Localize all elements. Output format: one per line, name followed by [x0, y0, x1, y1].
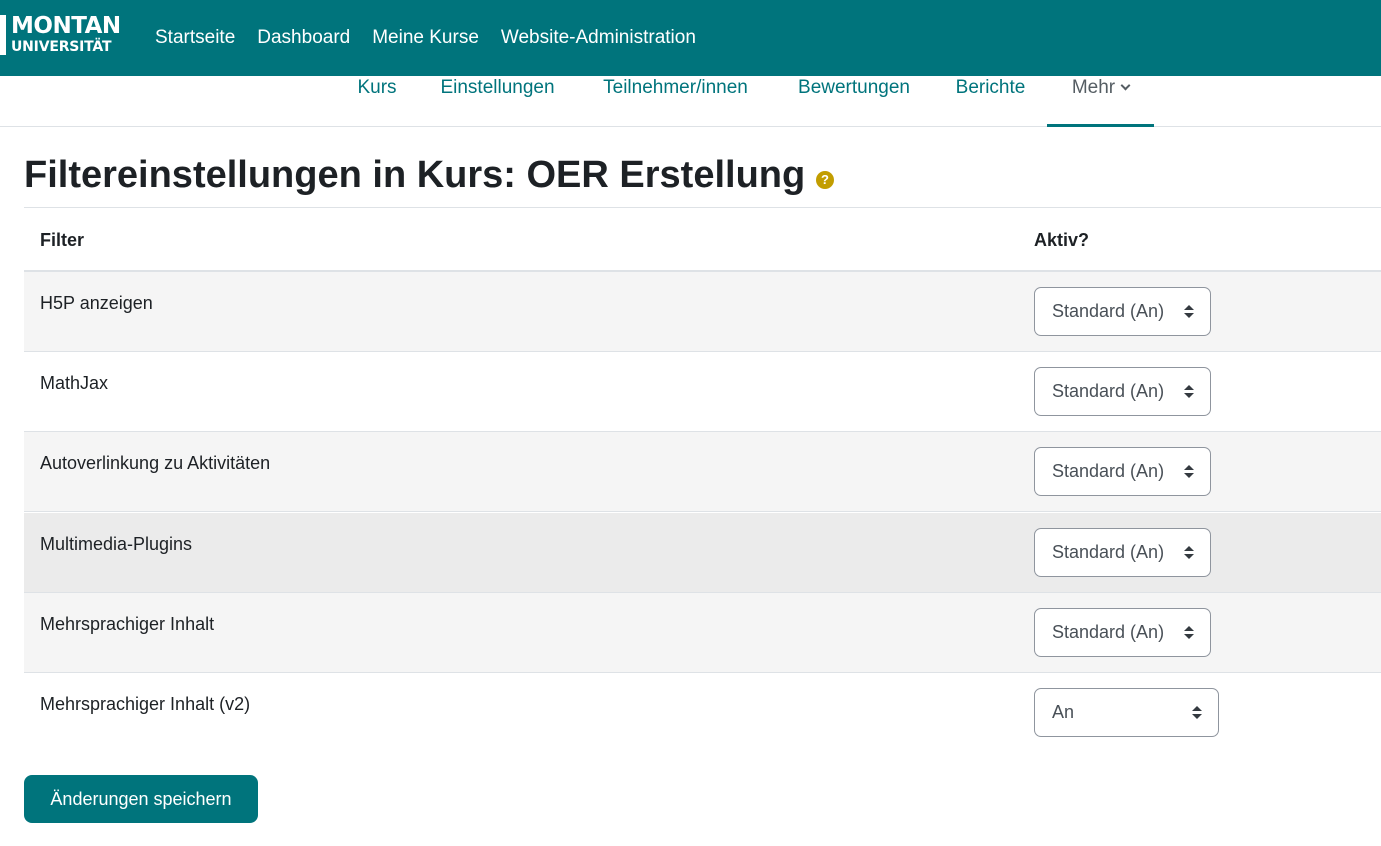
tab-bewertungen[interactable]: Bewertungen: [795, 76, 913, 127]
tab-teilnehmer[interactable]: Teilnehmer/innen: [598, 76, 753, 127]
table-row: H5P anzeigen Standard (An): [24, 272, 1381, 352]
university-logo[interactable]: MONTAN UNIVERSITÄT: [0, 13, 121, 59]
select-value: Standard (An): [1052, 542, 1165, 562]
table-row: Multimedia-Plugins Standard (An): [24, 513, 1381, 593]
tab-kurs-label: Kurs: [357, 77, 397, 98]
logo-mark: [0, 15, 6, 55]
select-sort-icon: [1192, 706, 1202, 720]
filter-name: H5P anzeigen: [40, 293, 153, 313]
tab-einstellungen-label: Einstellungen: [440, 77, 555, 98]
help-question-icon[interactable]: ?: [816, 171, 834, 189]
tab-bewertungen-label: Bewertungen: [798, 77, 910, 98]
select-sort-icon: [1184, 465, 1194, 479]
filter-name: Autoverlinkung zu Aktivitäten: [40, 453, 271, 473]
filter-state-select[interactable]: Standard (An): [1034, 287, 1211, 336]
tab-kurs[interactable]: Kurs: [357, 76, 397, 127]
save-changes-button[interactable]: Änderungen speichern: [24, 775, 258, 823]
column-header-active: Aktiv?: [1034, 230, 1090, 250]
table-row: Autoverlinkung zu Aktivitäten Standard (…: [24, 432, 1381, 512]
select-sort-icon: [1184, 626, 1194, 640]
tab-mehr-label: Mehr: [1071, 77, 1116, 98]
filter-name: Multimedia-Plugins: [40, 534, 193, 554]
select-sort-icon: [1184, 546, 1194, 560]
top-navbar: MONTAN UNIVERSITÄT Startseite Dashboard …: [0, 0, 1381, 76]
select-value: Standard (An): [1052, 461, 1165, 481]
select-sort-icon: [1184, 305, 1194, 319]
tab-mehr[interactable]: Mehr: [1047, 76, 1154, 127]
nav-meine-kurse[interactable]: Meine Kurse: [361, 0, 490, 76]
filter-state-select[interactable]: Standard (An): [1034, 608, 1211, 657]
logo-text-line1: MONTAN: [11, 13, 121, 39]
table-row: Mehrsprachiger Inhalt Standard (An): [24, 593, 1381, 673]
page-title: Filtereinstellungen in Kurs: OER Erstell…: [24, 154, 806, 196]
filter-state-select[interactable]: Standard (An): [1034, 367, 1211, 416]
chevron-down-icon: [1120, 80, 1131, 91]
select-value: An: [1052, 702, 1075, 722]
tab-berichte[interactable]: Berichte: [954, 76, 1027, 127]
select-value: Standard (An): [1052, 622, 1165, 642]
select-value: Standard (An): [1052, 301, 1165, 321]
filter-name: Mehrsprachiger Inhalt (v2): [40, 694, 251, 714]
table-row: Mehrsprachiger Inhalt (v2) An: [24, 673, 1381, 753]
tab-teilnehmer-label: Teilnehmer/innen: [603, 77, 748, 98]
filter-state-select[interactable]: Standard (An): [1034, 447, 1211, 496]
select-sort-icon: [1184, 385, 1194, 399]
primary-nav: Startseite Dashboard Meine Kurse Website…: [144, 0, 707, 76]
course-secondary-nav: Kurs Einstellungen Teilnehmer/innen Bewe…: [0, 76, 1381, 127]
tab-mehr-wrap: Mehr: [1047, 76, 1154, 99]
logo-text-line2: UNIVERSITÄT: [11, 39, 112, 55]
filter-state-select[interactable]: Standard (An): [1034, 528, 1211, 577]
table-row: MathJax Standard (An): [24, 352, 1381, 432]
select-value: Standard (An): [1052, 381, 1165, 401]
divider: [24, 207, 1381, 208]
nav-startseite[interactable]: Startseite: [144, 0, 246, 76]
nav-dashboard[interactable]: Dashboard: [246, 0, 361, 76]
tab-berichte-label: Berichte: [955, 77, 1026, 98]
filter-name: MathJax: [40, 373, 109, 393]
tab-einstellungen[interactable]: Einstellungen: [438, 76, 557, 127]
filter-name: Mehrsprachiger Inhalt: [40, 614, 215, 634]
filter-state-select[interactable]: An: [1034, 688, 1219, 737]
nav-website-administration[interactable]: Website-Administration: [490, 0, 707, 76]
column-header-filter: Filter: [40, 230, 85, 250]
